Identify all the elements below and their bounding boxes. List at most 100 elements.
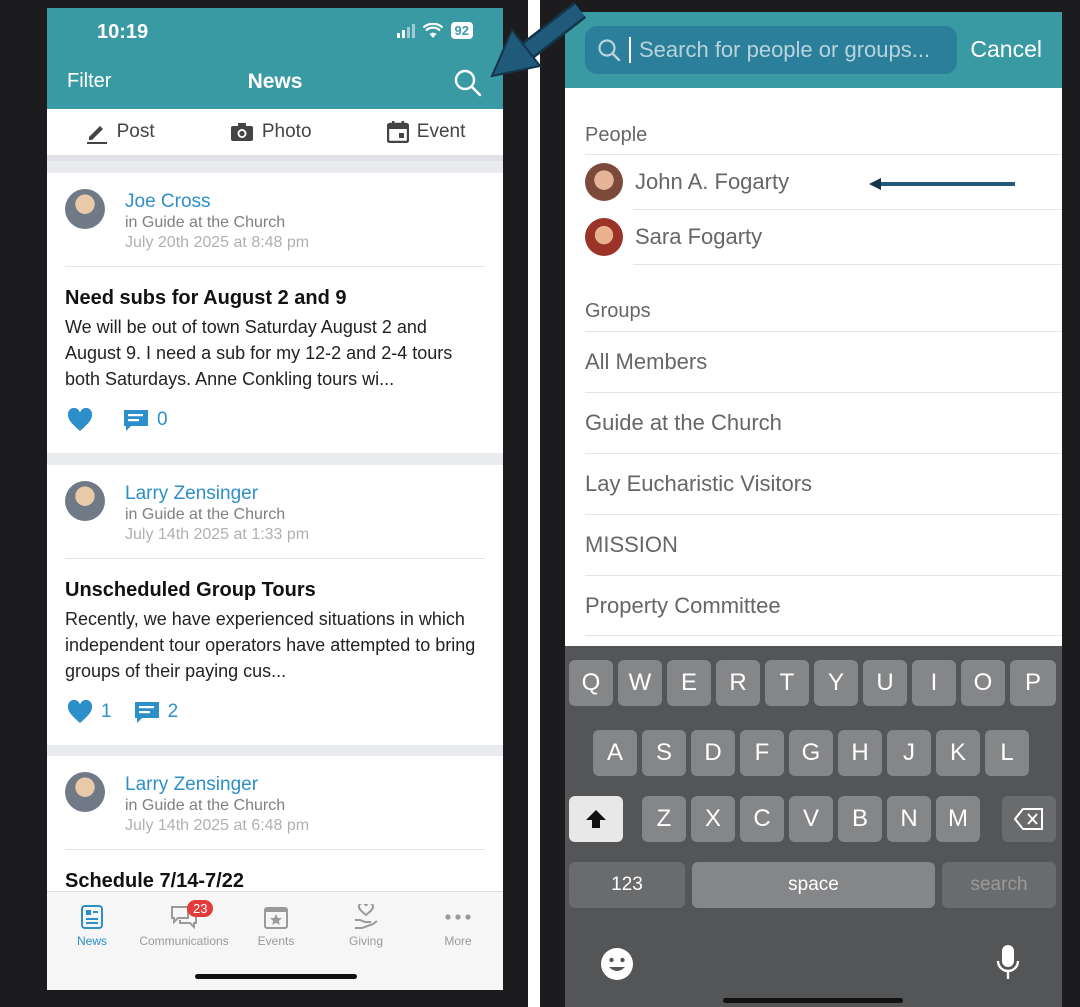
backspace-icon	[1014, 808, 1043, 830]
event-button[interactable]: Event	[386, 121, 466, 143]
key-e[interactable]: E	[667, 660, 711, 706]
delete-key[interactable]	[1002, 796, 1056, 842]
search-key[interactable]: search	[942, 862, 1056, 908]
key-y[interactable]: Y	[814, 660, 858, 706]
key-q[interactable]: Q	[569, 660, 613, 706]
group-result[interactable]: Guide at the Church	[585, 392, 1062, 453]
key-m[interactable]: M	[936, 796, 980, 842]
group-result[interactable]: MISSION	[585, 514, 1062, 575]
comment-count: 2	[167, 701, 179, 722]
status-time: 10:19	[97, 21, 149, 43]
annotation-arrow-to-person-result	[869, 178, 1015, 190]
key-w[interactable]: W	[618, 660, 662, 706]
post-group: in Guide at the Church	[125, 506, 286, 523]
search-header: Search for people or groups... Cancel	[565, 12, 1062, 88]
onscreen-keyboard: Q W E R T Y U I O P A S D F G H J K L Z …	[565, 646, 1062, 1007]
key-z[interactable]: Z	[642, 796, 686, 842]
shift-key[interactable]	[569, 796, 623, 842]
people-section-label: People	[585, 124, 648, 146]
key-g[interactable]: G	[789, 730, 833, 776]
group-result[interactable]: Lay Eucharistic Visitors	[585, 453, 1062, 514]
numbers-key[interactable]: 123	[569, 862, 685, 908]
comment-icon	[124, 410, 148, 431]
key-i[interactable]: I	[912, 660, 956, 706]
key-d[interactable]: D	[691, 730, 735, 776]
calendar-star-icon	[264, 907, 288, 929]
battery-indicator: 92	[450, 22, 473, 39]
avatar[interactable]	[65, 189, 105, 229]
post-author[interactable]: Larry Zensinger	[125, 483, 258, 505]
text-cursor	[629, 37, 631, 63]
emoji-icon	[601, 948, 633, 980]
key-s[interactable]: S	[642, 730, 686, 776]
key-t[interactable]: T	[765, 660, 809, 706]
post-button[interactable]: Post	[85, 120, 155, 144]
tab-communications-label: Communications	[139, 934, 229, 948]
unread-badge: 23	[187, 900, 214, 917]
group-result[interactable]: Property Committee	[585, 575, 1062, 636]
comment-button[interactable]: 2	[134, 700, 179, 724]
like-button[interactable]	[67, 408, 101, 432]
search-input[interactable]: Search for people or groups...	[585, 26, 957, 74]
search-placeholder: Search for people or groups...	[639, 37, 931, 62]
more-icon	[445, 914, 471, 920]
key-k[interactable]: K	[936, 730, 980, 776]
emoji-button[interactable]	[599, 946, 635, 987]
key-h[interactable]: H	[838, 730, 882, 776]
key-v[interactable]: V	[789, 796, 833, 842]
post-actions: 0	[47, 392, 503, 450]
group-result[interactable]: All Members	[585, 331, 1062, 392]
avatar	[585, 163, 623, 201]
key-r[interactable]: R	[716, 660, 760, 706]
post-author[interactable]: Joe Cross	[125, 191, 211, 213]
key-u[interactable]: U	[863, 660, 907, 706]
news-post-card[interactable]: Larry Zensinger in Guide at the Church J…	[47, 756, 503, 896]
post-group: in Guide at the Church	[125, 797, 286, 814]
key-b[interactable]: B	[838, 796, 882, 842]
tab-events-label: Events	[257, 934, 295, 948]
search-icon	[598, 39, 621, 62]
key-a[interactable]: A	[593, 730, 637, 776]
like-button[interactable]: 1	[67, 700, 112, 724]
status-icons: 92	[396, 22, 473, 39]
avatar[interactable]	[65, 772, 105, 812]
news-post-card[interactable]: Joe Cross in Guide at the Church July 20…	[47, 173, 503, 453]
key-l[interactable]: L	[985, 730, 1029, 776]
compose-bar: Post Photo Event	[47, 109, 503, 161]
tab-news[interactable]: News	[47, 904, 137, 948]
tab-events[interactable]: Events	[231, 904, 321, 948]
key-j[interactable]: J	[887, 730, 931, 776]
search-icon[interactable]	[453, 68, 483, 98]
cancel-button[interactable]: Cancel	[970, 36, 1042, 63]
home-indicator	[723, 998, 903, 1003]
tab-communications[interactable]: 23 Communications	[137, 900, 231, 948]
photo-button[interactable]: Photo	[230, 121, 312, 143]
key-n[interactable]: N	[887, 796, 931, 842]
groups-section-label: Groups	[585, 300, 651, 322]
key-f[interactable]: F	[740, 730, 784, 776]
key-x[interactable]: X	[691, 796, 735, 842]
space-key[interactable]: space	[692, 862, 935, 908]
news-post-card[interactable]: Larry Zensinger in Guide at the Church J…	[47, 465, 503, 745]
microphone-icon	[996, 945, 1020, 979]
comment-button[interactable]: 0	[123, 408, 168, 432]
key-c[interactable]: C	[740, 796, 784, 842]
post-author[interactable]: Larry Zensinger	[125, 774, 258, 796]
heart-icon	[67, 700, 93, 723]
person-result[interactable]: Sara Fogarty	[585, 210, 1062, 264]
post-title: Schedule 7/14-7/22	[65, 870, 244, 892]
post-date: July 20th 2025 at 8:48 pm	[125, 234, 310, 251]
shift-arrow-icon	[586, 810, 606, 828]
key-o[interactable]: O	[961, 660, 1005, 706]
event-label: Event	[416, 121, 466, 142]
signal-icon	[396, 23, 415, 38]
dictation-button[interactable]	[995, 944, 1021, 987]
tab-giving[interactable]: Giving	[321, 904, 411, 948]
person-name: John A. Fogarty	[635, 169, 790, 194]
post-title: Unscheduled Group Tours	[65, 579, 316, 601]
post-actions: 1 2	[47, 684, 503, 742]
avatar[interactable]	[65, 481, 105, 521]
like-count: 1	[101, 701, 112, 722]
tab-more[interactable]: More	[413, 904, 503, 948]
key-p[interactable]: P	[1010, 660, 1056, 706]
